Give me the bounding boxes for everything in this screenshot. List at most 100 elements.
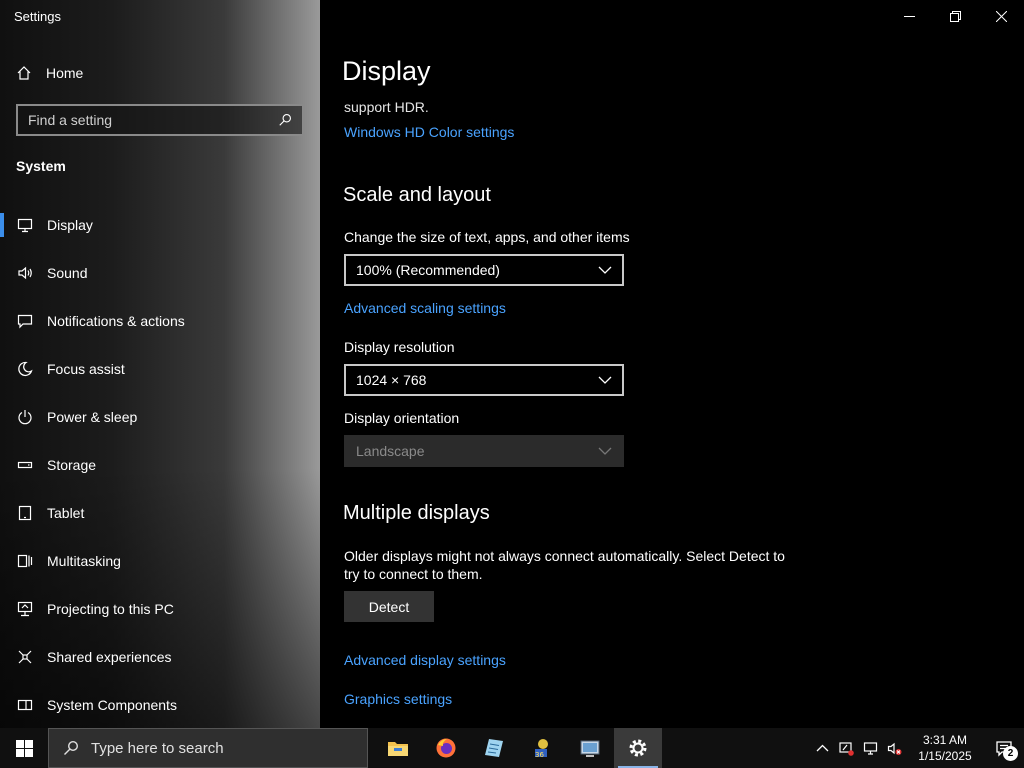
sidebar-item-tablet[interactable]: Tablet xyxy=(0,489,320,537)
sidebar-item-projecting[interactable]: Projecting to this PC xyxy=(0,585,320,633)
minimize-button[interactable] xyxy=(886,0,932,32)
taskbar-search[interactable]: Type here to search xyxy=(48,728,368,768)
section-title-system: System xyxy=(16,158,66,174)
taskbar-app-file-explorer[interactable] xyxy=(374,728,422,768)
sidebar-item-notifications[interactable]: Notifications & actions xyxy=(0,297,320,345)
sidebar-item-label: Tablet xyxy=(47,505,85,521)
search-icon[interactable] xyxy=(278,113,292,127)
sidebar-item-label: Power & sleep xyxy=(47,409,138,425)
taskbar-app-game[interactable]: 36 xyxy=(518,728,566,768)
update-warning-icon xyxy=(838,741,854,756)
chevron-down-icon xyxy=(598,376,612,384)
taskbar-app-settings[interactable] xyxy=(614,728,662,768)
taskbar-app-notepad[interactable] xyxy=(470,728,518,768)
close-button[interactable] xyxy=(978,0,1024,32)
sidebar-item-shared-experiences[interactable]: Shared experiences xyxy=(0,633,320,681)
minimize-icon xyxy=(903,15,915,17)
storage-icon xyxy=(17,457,33,473)
sidebar-item-label: Focus assist xyxy=(47,361,125,377)
home-link[interactable]: Home xyxy=(16,62,83,84)
sidebar: Settings Home System Display Sound xyxy=(0,0,320,728)
sidebar-item-display[interactable]: Display xyxy=(0,201,320,249)
hd-color-settings-link[interactable]: Windows HD Color settings xyxy=(344,124,514,140)
taskbar-search-placeholder: Type here to search xyxy=(91,739,224,757)
svg-text:36: 36 xyxy=(535,751,544,759)
find-setting-search[interactable] xyxy=(16,104,304,136)
resolution-dropdown[interactable]: 1024 × 768 xyxy=(344,364,624,396)
detect-button[interactable]: Detect xyxy=(344,591,434,622)
game-icon: 36 xyxy=(535,739,548,759)
restore-icon xyxy=(949,10,961,22)
sidebar-item-label: Storage xyxy=(47,457,97,473)
scale-dropdown[interactable]: 100% (Recommended) xyxy=(344,254,624,286)
file-explorer-icon xyxy=(388,742,408,756)
restore-button[interactable] xyxy=(932,0,978,32)
home-label: Home xyxy=(46,65,84,81)
tray-volume[interactable] xyxy=(882,728,906,768)
window-controls xyxy=(886,0,1024,32)
sidebar-item-multitasking[interactable]: Multitasking xyxy=(0,537,320,585)
orientation-dropdown[interactable]: Landscape xyxy=(344,435,624,467)
sidebar-item-storage[interactable]: Storage xyxy=(0,441,320,489)
sidebar-item-label: Shared experiences xyxy=(47,649,172,665)
sidebar-item-focus-assist[interactable]: Focus assist xyxy=(0,345,320,393)
system-components-icon xyxy=(17,697,33,713)
home-icon xyxy=(17,66,31,80)
speaker-icon xyxy=(17,265,33,281)
scale-dropdown-value: 100% (Recommended) xyxy=(356,262,500,278)
system-tray: 3:31 AM 1/15/2025 2 xyxy=(810,728,1024,768)
page-title: Display xyxy=(342,56,431,86)
projecting-icon xyxy=(17,601,33,617)
tablet-icon xyxy=(17,505,33,521)
shared-experiences-icon xyxy=(17,649,33,665)
sidebar-item-power-sleep[interactable]: Power & sleep xyxy=(0,393,320,441)
power-icon xyxy=(17,409,33,425)
start-button[interactable] xyxy=(0,728,48,768)
clock-time: 3:31 AM xyxy=(922,733,968,747)
clock-date: 1/15/2025 xyxy=(918,749,972,763)
sidebar-item-label: Projecting to this PC xyxy=(47,601,174,617)
hdr-description: support HDR. xyxy=(344,99,429,115)
sidebar-item-system-components[interactable]: System Components xyxy=(0,681,320,728)
settings-gear-icon xyxy=(629,739,647,757)
size-label: Change the size of text, apps, and other… xyxy=(344,229,630,245)
notification-count-badge: 2 xyxy=(1003,746,1018,761)
chevron-down-icon xyxy=(598,266,612,274)
close-icon xyxy=(995,10,1007,22)
scale-layout-heading: Scale and layout xyxy=(343,184,491,206)
taskbar-app-firefox[interactable] xyxy=(422,728,470,768)
taskbar-apps: 36 xyxy=(374,728,662,768)
advanced-display-settings-link[interactable]: Advanced display settings xyxy=(344,652,506,668)
sidebar-item-label: Display xyxy=(47,217,93,233)
sidebar-item-label: System Components xyxy=(47,697,177,713)
sidebar-item-sound[interactable]: Sound xyxy=(0,249,320,297)
main-content: Display support HDR. Windows HD Color se… xyxy=(320,0,1024,728)
advanced-scaling-link[interactable]: Advanced scaling settings xyxy=(344,300,506,316)
chevron-up-icon xyxy=(816,744,828,751)
multitasking-icon xyxy=(17,553,33,569)
find-setting-input[interactable] xyxy=(28,112,268,128)
taskbar-clock[interactable]: 3:31 AM 1/15/2025 xyxy=(906,732,984,764)
volume-muted-icon xyxy=(887,742,901,755)
orientation-label: Display orientation xyxy=(344,410,460,426)
sidebar-item-label: Notifications & actions xyxy=(47,313,185,329)
tray-network[interactable] xyxy=(858,728,882,768)
multiple-displays-heading: Multiple displays xyxy=(343,502,490,524)
resolution-dropdown-value: 1024 × 768 xyxy=(356,372,427,388)
graphics-settings-link[interactable]: Graphics settings xyxy=(344,691,452,707)
control-panel-icon xyxy=(580,740,600,757)
taskbar-app-control-panel[interactable] xyxy=(566,728,614,768)
network-icon xyxy=(863,741,877,755)
orientation-dropdown-value: Landscape xyxy=(356,443,425,459)
tray-overflow-button[interactable] xyxy=(810,728,834,768)
tray-update-status[interactable] xyxy=(834,728,858,768)
taskbar: Type here to search 36 3:31 AM 1/15/2025… xyxy=(0,728,1024,768)
notepad-icon xyxy=(485,739,503,757)
monitor-icon xyxy=(17,217,33,233)
chevron-down-icon xyxy=(598,447,612,455)
sidebar-nav: Display Sound Notifications & actions Fo… xyxy=(0,201,320,728)
windows-logo-icon xyxy=(15,739,33,757)
sidebar-item-label: Multitasking xyxy=(47,553,121,569)
multiple-displays-description: Older displays might not always connect … xyxy=(344,548,785,582)
action-center-button[interactable]: 2 xyxy=(984,728,1024,768)
